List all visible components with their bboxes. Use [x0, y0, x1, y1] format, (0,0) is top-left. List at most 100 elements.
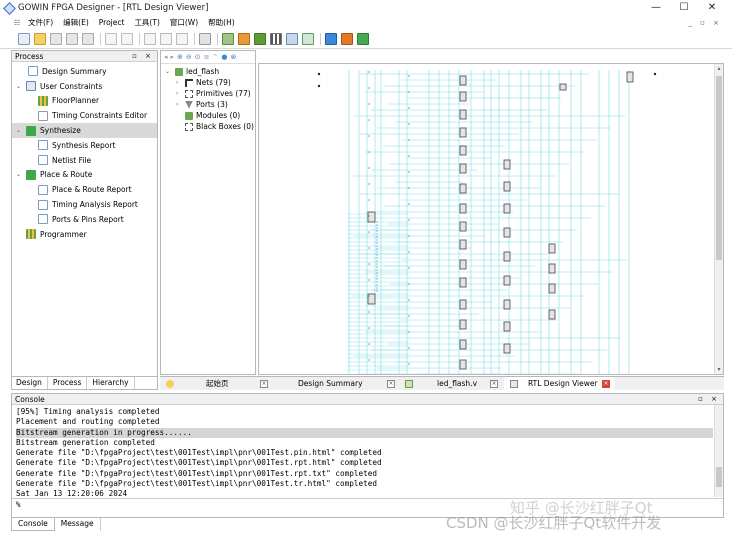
tree-item-ports[interactable]: › Ports (3) [161, 99, 255, 110]
open-folder-icon[interactable] [34, 33, 46, 45]
process-item-timing-constraints-editor[interactable]: Timing Constraints Editor [12, 108, 157, 123]
ip-core-icon[interactable] [341, 33, 353, 45]
up-icon[interactable]: ⌃ [213, 53, 222, 61]
zoom-in-icon[interactable]: ⊕ [177, 53, 186, 61]
scrollbar-thumb[interactable] [716, 467, 722, 487]
timing-editor-icon[interactable] [286, 33, 298, 45]
go-icon[interactable]: ● [221, 53, 230, 61]
print-icon[interactable] [82, 33, 94, 45]
schematic-pin [368, 295, 370, 297]
rtl-schematic-canvas[interactable]: ▴ ▾ [258, 63, 724, 375]
process-item-place-route-report[interactable]: Place & Route Report [12, 182, 157, 197]
chevron-right-icon[interactable]: › [176, 79, 178, 86]
menu-project[interactable]: Project [99, 18, 125, 27]
schematic-vertical-scrollbar[interactable]: ▴ ▾ [714, 64, 723, 374]
chevron-down-icon[interactable]: ⌄ [16, 83, 21, 90]
rtl-icon [510, 379, 518, 388]
tab-hierarchy[interactable]: Hierarchy [87, 377, 135, 389]
process-item-netlist-file[interactable]: Netlist File [12, 153, 157, 168]
refresh-icon[interactable] [357, 33, 369, 45]
place-route-tool-icon[interactable] [238, 33, 250, 45]
tree-item-black-boxes[interactable]: Black Boxes (0) [161, 121, 255, 132]
tab-design-summary[interactable]: Design Summary × [274, 377, 399, 391]
minimize-button[interactable]: — [642, 0, 670, 16]
menu-help[interactable]: 帮助(H) [208, 17, 235, 28]
schematic-pin [376, 290, 378, 292]
zoom-fit-icon[interactable]: ⊙ [195, 53, 204, 61]
save-all-icon[interactable] [66, 33, 78, 45]
tree-item-nets[interactable]: › Nets (79) [161, 77, 255, 88]
scrollbar-thumb[interactable] [716, 76, 722, 260]
schematic-cell [503, 321, 511, 332]
chevron-down-icon[interactable]: ⌄ [16, 171, 21, 178]
program-tool-icon[interactable] [254, 33, 266, 45]
schematic-pin [376, 230, 378, 232]
schematic-port [653, 72, 657, 76]
console-controls[interactable]: ▫ × [698, 395, 720, 403]
process-item-design-summary[interactable]: Design Summary [12, 64, 157, 79]
schematic-pin [408, 75, 410, 77]
zoom-out-icon[interactable]: ⊖ [186, 53, 195, 61]
find-icon[interactable] [199, 33, 211, 45]
close-tab-icon[interactable]: × [602, 379, 610, 388]
menu-file[interactable]: 文件(F) [28, 17, 53, 28]
tab-start-page[interactable]: 起始页 × [160, 377, 268, 391]
programmer-icon [26, 229, 36, 240]
save-icon[interactable] [50, 33, 62, 45]
maximize-button[interactable]: ☐ [670, 0, 698, 16]
close-button[interactable]: ✕ [698, 0, 726, 16]
process-item-programmer[interactable]: Programmer [12, 227, 157, 242]
tab-rtl-design-viewer[interactable]: RTL Design Viewer × [504, 376, 614, 391]
chevron-down-icon[interactable]: ⌄ [165, 68, 170, 75]
process-item-timing-analysis-report[interactable]: Timing Analysis Report [12, 197, 157, 212]
schematic-cell [559, 83, 567, 91]
paste-icon[interactable] [176, 33, 188, 45]
process-item-synthesis-report[interactable]: Synthesis Report [12, 138, 157, 153]
scroll-up-icon[interactable]: ▴ [715, 65, 723, 72]
close-tab-icon[interactable]: × [490, 379, 498, 388]
process-item-ports-pins-report[interactable]: Ports & Pins Report [12, 212, 157, 227]
io-constraints-icon[interactable] [270, 33, 282, 45]
close-tab-icon[interactable]: × [387, 379, 395, 388]
cut-icon[interactable] [144, 33, 156, 45]
redo-icon[interactable] [121, 33, 133, 45]
menu-window[interactable]: 窗口(W) [170, 17, 198, 28]
waveform-icon[interactable] [302, 33, 314, 45]
process-item-user-constraints[interactable]: ⌄ User Constraints [12, 79, 157, 94]
chevron-right-icon[interactable]: › [176, 101, 178, 108]
process-item-synthesize[interactable]: ⌄ Synthesize [12, 123, 157, 138]
title-bar: GOWIN FPGA Designer - [RTL Design Viewer… [0, 0, 732, 16]
synthesize-tool-icon[interactable] [222, 33, 234, 45]
undo-icon[interactable] [105, 33, 117, 45]
process-item-floorplanner[interactable]: FloorPlanner [12, 94, 157, 109]
menu-tools[interactable]: 工具(T) [134, 17, 159, 28]
scroll-down-icon[interactable]: ▾ [715, 366, 723, 373]
document-icon [38, 155, 48, 166]
menu-edit[interactable]: 编辑(E) [63, 17, 89, 28]
mdi-controls[interactable]: _ ▫ × [688, 19, 722, 27]
schematic-cell [459, 239, 467, 250]
copy-icon[interactable] [160, 33, 172, 45]
tab-process[interactable]: Process [47, 377, 88, 389]
tab-led-flash-v[interactable]: led_flash.v × [399, 377, 504, 391]
tab-console[interactable]: Console [11, 518, 55, 531]
new-file-icon[interactable] [18, 33, 30, 45]
tree-item-modules[interactable]: Modules (0) [161, 110, 255, 121]
console-scrollbar[interactable] [714, 405, 723, 497]
rtl-schematic-svg[interactable] [259, 64, 715, 375]
tree-root-led-flash[interactable]: ⌄ led_flash [161, 66, 255, 77]
tree-item-label: Modules (0) [196, 111, 241, 120]
process-panel-controls[interactable]: ▫ × [132, 52, 154, 60]
tree-item-primitives[interactable]: › Primitives (77) [161, 88, 255, 99]
process-item-place-route[interactable]: ⌄ Place & Route [12, 168, 157, 183]
gao-analyzer-icon[interactable] [325, 33, 337, 45]
close-tab-icon[interactable]: × [260, 379, 268, 388]
chevron-down-icon[interactable]: ⌄ [16, 127, 21, 134]
tab-design[interactable]: Design [11, 377, 48, 389]
schematic-pin [376, 260, 378, 262]
menu-lines-icon[interactable]: ≡ [204, 53, 213, 61]
chevron-right-icon[interactable]: › [176, 90, 178, 97]
tab-message[interactable]: Message [55, 518, 101, 531]
schematic-pin [368, 343, 370, 345]
search-icon[interactable]: ⊗ [231, 53, 240, 61]
